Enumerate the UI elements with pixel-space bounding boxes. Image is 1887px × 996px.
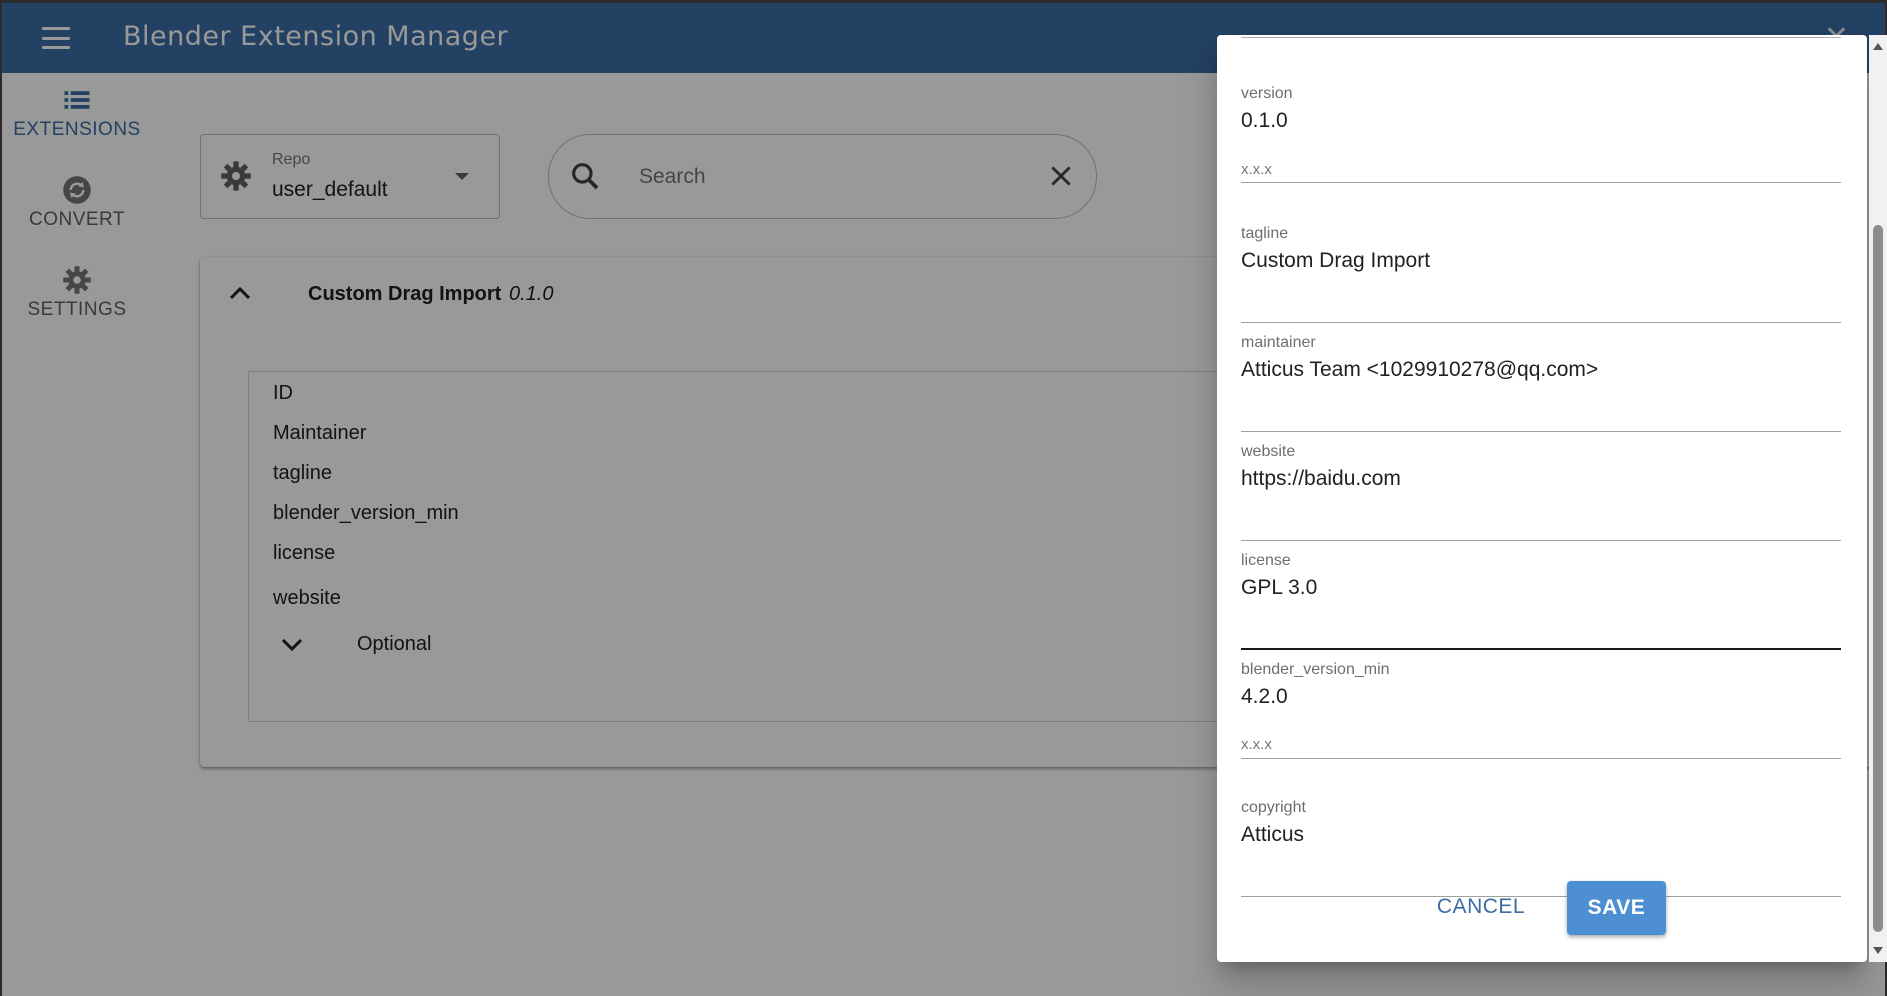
field-underline — [1241, 540, 1841, 541]
copyright-field[interactable]: copyright Atticus — [1241, 799, 1841, 897]
maintainer-field[interactable]: maintainer Atticus Team <1029910278@qq.c… — [1241, 334, 1841, 432]
save-button[interactable]: SAVE — [1567, 881, 1666, 935]
field-underline — [1241, 182, 1841, 183]
website-label: website — [1241, 443, 1296, 460]
edit-extension-dialog: version 0.1.0 x.x.x tagline Custom Drag … — [1217, 35, 1867, 962]
field-underline — [1241, 322, 1841, 323]
blender-version-min-value: 4.2.0 — [1241, 685, 1288, 708]
license-field[interactable]: license GPL 3.0 — [1241, 552, 1841, 650]
divider — [1241, 37, 1841, 38]
tagline-label: tagline — [1241, 225, 1289, 242]
tagline-field[interactable]: tagline Custom Drag Import — [1241, 225, 1841, 323]
scroll-up-arrow-icon[interactable] — [1873, 43, 1883, 50]
scroll-down-arrow-icon[interactable] — [1873, 947, 1883, 954]
scrollbar-thumb[interactable] — [1873, 225, 1883, 932]
tagline-value: Custom Drag Import — [1241, 249, 1431, 272]
version-label: version — [1241, 85, 1293, 102]
maintainer-label: maintainer — [1241, 334, 1316, 351]
license-label: license — [1241, 552, 1291, 569]
dialog-scrollbar[interactable] — [1869, 35, 1887, 962]
maintainer-value: Atticus Team <1029910278@qq.com> — [1241, 358, 1599, 381]
license-value: GPL 3.0 — [1241, 576, 1318, 599]
website-value: https://baidu.com — [1241, 467, 1401, 490]
field-underline-focused — [1241, 648, 1841, 650]
blender-version-min-label: blender_version_min — [1241, 661, 1390, 678]
version-field[interactable]: version 0.1.0 — [1241, 85, 1841, 183]
cancel-button[interactable]: CANCEL — [1424, 881, 1538, 933]
blender-version-min-field[interactable]: blender_version_min 4.2.0 — [1241, 661, 1841, 759]
copyright-value: Atticus — [1241, 823, 1305, 846]
version-hint: x.x.x — [1241, 161, 1272, 178]
blender-version-min-hint: x.x.x — [1241, 736, 1272, 753]
field-underline — [1241, 431, 1841, 432]
copyright-label: copyright — [1241, 799, 1306, 816]
version-value: 0.1.0 — [1241, 109, 1288, 132]
website-field[interactable]: website https://baidu.com — [1241, 443, 1841, 541]
field-underline — [1241, 896, 1841, 897]
field-underline — [1241, 758, 1841, 759]
